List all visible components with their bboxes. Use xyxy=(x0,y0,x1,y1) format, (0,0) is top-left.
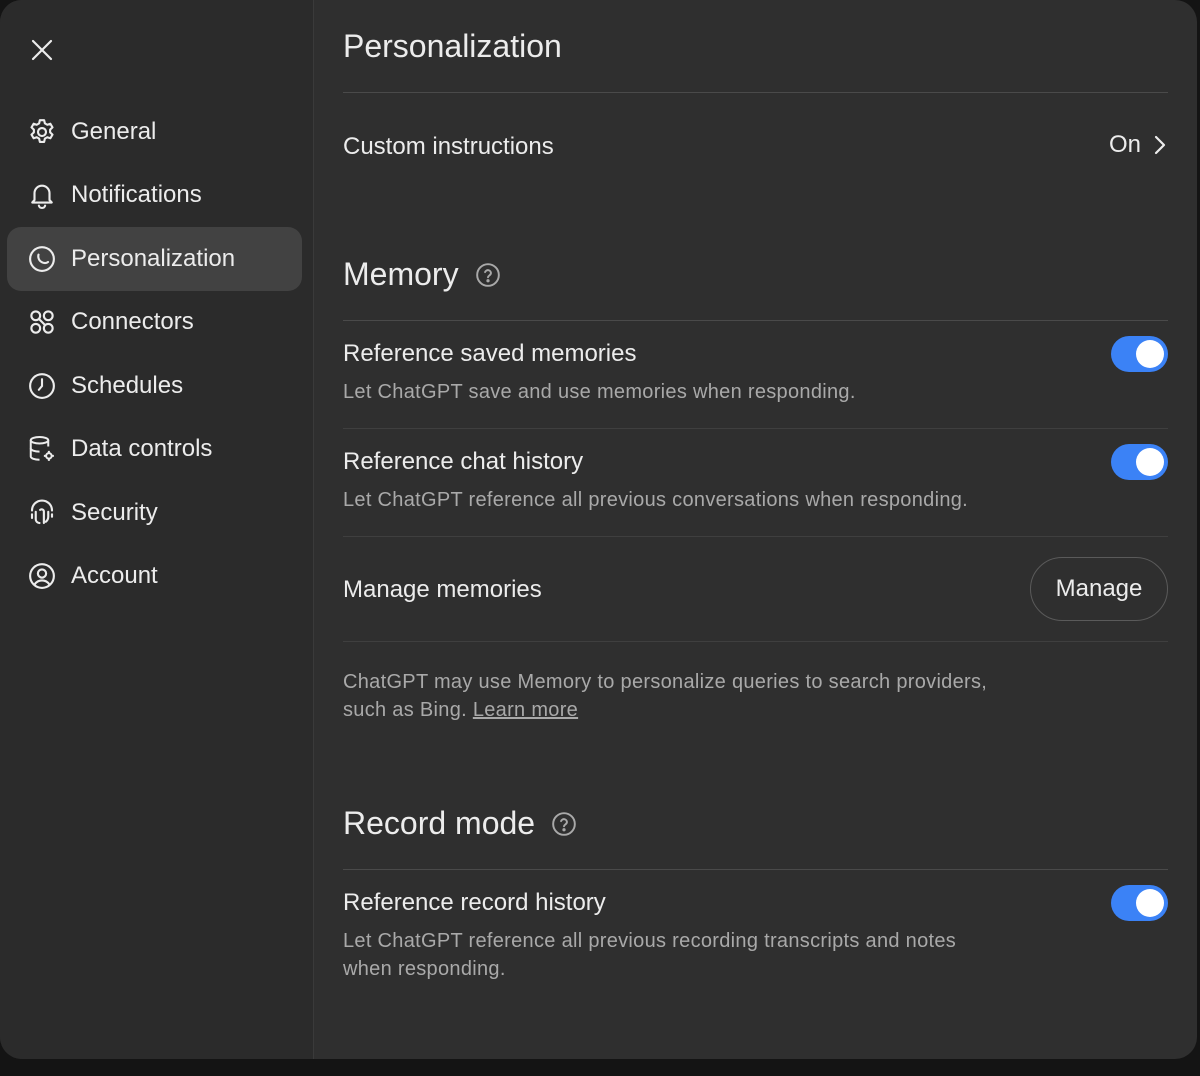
sidebar-item-notifications[interactable]: Notifications xyxy=(7,164,302,228)
toggle-knob xyxy=(1136,448,1164,476)
record-mode-section-title: Record mode xyxy=(343,805,577,842)
manage-memories-button[interactable]: Manage xyxy=(1030,557,1168,621)
memory-title: Memory xyxy=(343,256,459,292)
reference-saved-memories-label: Reference saved memories xyxy=(343,340,637,367)
memory-section-title: Memory xyxy=(343,256,501,293)
divider xyxy=(343,320,1168,321)
learn-more-link[interactable]: Learn more xyxy=(473,699,578,721)
memory-search-note: ChatGPT may use Memory to personalize qu… xyxy=(343,668,987,724)
help-icon[interactable] xyxy=(551,811,577,837)
divider xyxy=(343,536,1168,537)
chevron-right-icon xyxy=(1153,134,1167,156)
settings-nav: General Notifications Personalization Co… xyxy=(7,100,302,608)
record-desc-line1: Let ChatGPT reference all previous recor… xyxy=(343,930,957,952)
divider xyxy=(343,641,1168,642)
close-icon xyxy=(31,39,53,61)
account-icon xyxy=(26,560,58,592)
record-mode-title: Record mode xyxy=(343,805,536,841)
clock-icon xyxy=(26,370,58,402)
memory-note-line1: ChatGPT may use Memory to personalize qu… xyxy=(343,671,988,693)
settings-content: Personalization Custom instructions On M… xyxy=(314,0,1197,1059)
custom-instructions-value: On xyxy=(1108,131,1141,158)
gear-icon xyxy=(26,116,58,148)
sidebar-item-label: Notifications xyxy=(71,181,202,209)
personalization-icon xyxy=(26,243,58,275)
settings-sidebar: General Notifications Personalization Co… xyxy=(0,0,314,1059)
reference-record-history-label: Reference record history xyxy=(343,889,606,916)
toggle-knob xyxy=(1136,340,1164,368)
page-title: Personalization xyxy=(343,28,562,64)
reference-chat-history-label: Reference chat history xyxy=(343,448,584,475)
sidebar-item-label: Account xyxy=(71,562,158,590)
divider xyxy=(343,869,1168,870)
sidebar-item-connectors[interactable]: Connectors xyxy=(7,291,302,355)
sidebar-item-label: Security xyxy=(71,498,158,526)
database-icon xyxy=(26,433,58,465)
sidebar-item-label: Data controls xyxy=(71,435,213,463)
sidebar-item-label: Connectors xyxy=(71,308,194,336)
settings-window: General Notifications Personalization Co… xyxy=(0,0,1197,1059)
sidebar-item-label: Schedules xyxy=(71,371,184,399)
reference-saved-memories-toggle[interactable] xyxy=(1111,336,1168,372)
reference-record-history-description: Let ChatGPT reference all previous recor… xyxy=(343,927,956,983)
sidebar-item-account[interactable]: Account xyxy=(7,545,302,609)
reference-chat-history-toggle[interactable] xyxy=(1111,444,1168,480)
help-icon[interactable] xyxy=(475,262,501,288)
connectors-icon xyxy=(26,306,58,338)
manage-memories-label: Manage memories xyxy=(343,576,542,603)
custom-instructions-label: Custom instructions xyxy=(343,133,554,160)
reference-record-history-toggle[interactable] xyxy=(1111,885,1168,921)
sidebar-item-label: Personalization xyxy=(71,244,236,272)
sidebar-item-schedules[interactable]: Schedules xyxy=(7,354,302,418)
record-desc-line2: when responding. xyxy=(343,958,506,980)
bell-icon xyxy=(26,179,58,211)
divider xyxy=(343,428,1168,429)
sidebar-item-general[interactable]: General xyxy=(7,100,302,164)
custom-instructions-link[interactable]: On xyxy=(1109,131,1167,159)
close-button[interactable] xyxy=(26,34,58,66)
sidebar-item-data-controls[interactable]: Data controls xyxy=(7,418,302,482)
reference-saved-memories-description: Let ChatGPT save and use memories when r… xyxy=(343,381,856,403)
toggle-knob xyxy=(1136,889,1164,917)
sidebar-item-security[interactable]: Security xyxy=(7,481,302,545)
reference-chat-history-description: Let ChatGPT reference all previous conve… xyxy=(343,489,969,511)
divider xyxy=(343,92,1168,93)
security-icon xyxy=(26,497,58,529)
memory-note-line2: such as Bing. xyxy=(343,699,467,721)
sidebar-item-personalization[interactable]: Personalization xyxy=(7,227,302,291)
sidebar-item-label: General xyxy=(71,117,157,145)
